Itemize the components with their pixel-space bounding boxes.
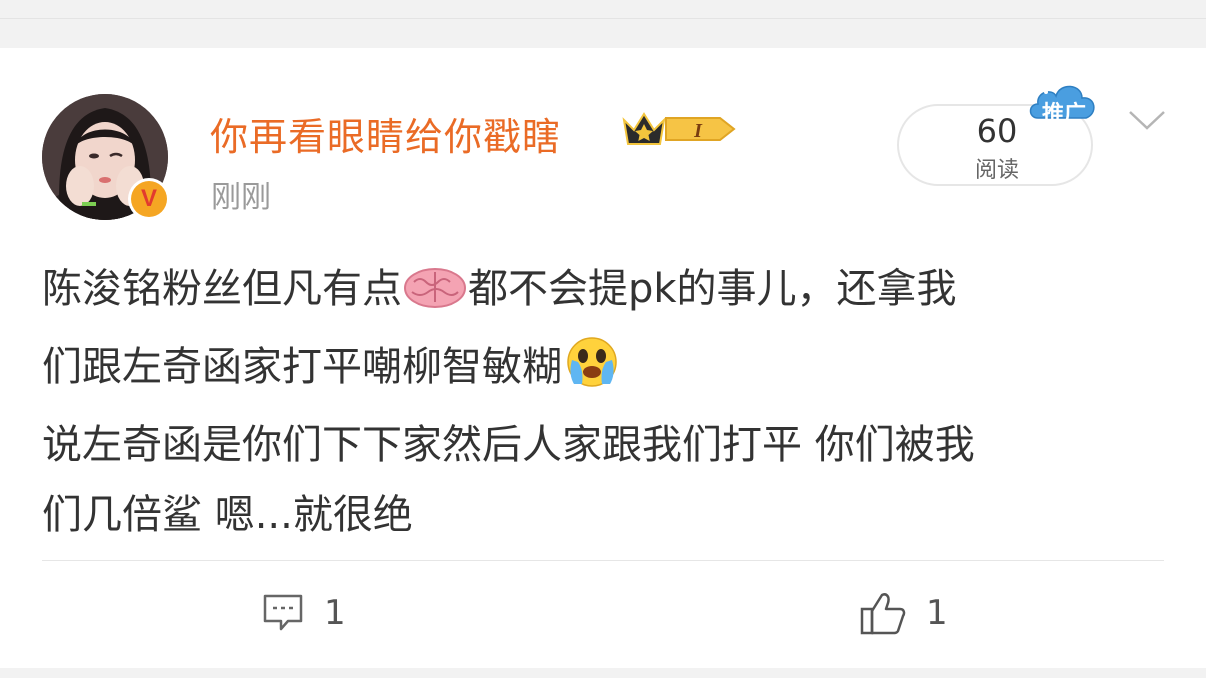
post-line-1b: 都不会提pk的事儿，还拿我 — [468, 266, 957, 312]
top-separator — [0, 0, 1206, 18]
crown-icon[interactable]: I — [622, 108, 738, 154]
like-button[interactable]: 1 — [860, 588, 948, 638]
comment-icon — [263, 594, 303, 631]
comment-count: 1 — [324, 593, 346, 633]
separator-line — [0, 18, 1206, 19]
post-content[interactable]: 陈浚铭粉丝但凡有点 都不会提pk的事儿，还拿我 们跟左奇函家打平嘲柳智敏糊 说左奇… — [42, 254, 1172, 550]
post-card[interactable]: V 你再看眼睛给你戳瞎 I 刚刚 60 阅读 推广 陈浚铭粉丝但凡有点 都不会提p… — [0, 48, 1206, 668]
post-line-1: 陈浚铭粉丝但凡有点 都不会提pk的事儿，还拿我 — [42, 254, 1172, 332]
chevron-down-icon[interactable] — [1128, 108, 1166, 136]
like-count: 1 — [926, 593, 948, 633]
divider — [42, 560, 1164, 561]
bottom-separator — [0, 668, 1206, 678]
verified-badge-icon: V — [128, 178, 170, 220]
post-line-2-text: 们跟左奇函家打平嘲柳智敏糊 — [42, 344, 562, 390]
post-line-2: 们跟左奇函家打平嘲柳智敏糊 — [42, 332, 1172, 410]
post-line-4: 们几倍鲨 嗯...就很绝 — [42, 492, 413, 538]
crying-emoji-icon — [562, 336, 622, 410]
username[interactable]: 你再看眼睛给你戳瞎 — [210, 106, 561, 161]
post-timestamp: 刚刚 — [211, 180, 271, 215]
post-line-3: 说左奇函是你们下下家然后人家跟我们打平 你们被我 — [42, 422, 975, 468]
member-level: I — [693, 120, 703, 142]
post-line-1a: 陈浚铭粉丝但凡有点 — [42, 266, 402, 312]
thumbs-up-icon — [860, 593, 906, 635]
promo-label: 推广 — [1041, 102, 1086, 127]
brain-emoji-icon — [402, 262, 468, 332]
read-label: 阅读 — [974, 158, 1019, 183]
comment-button[interactable]: 1 — [262, 588, 346, 638]
